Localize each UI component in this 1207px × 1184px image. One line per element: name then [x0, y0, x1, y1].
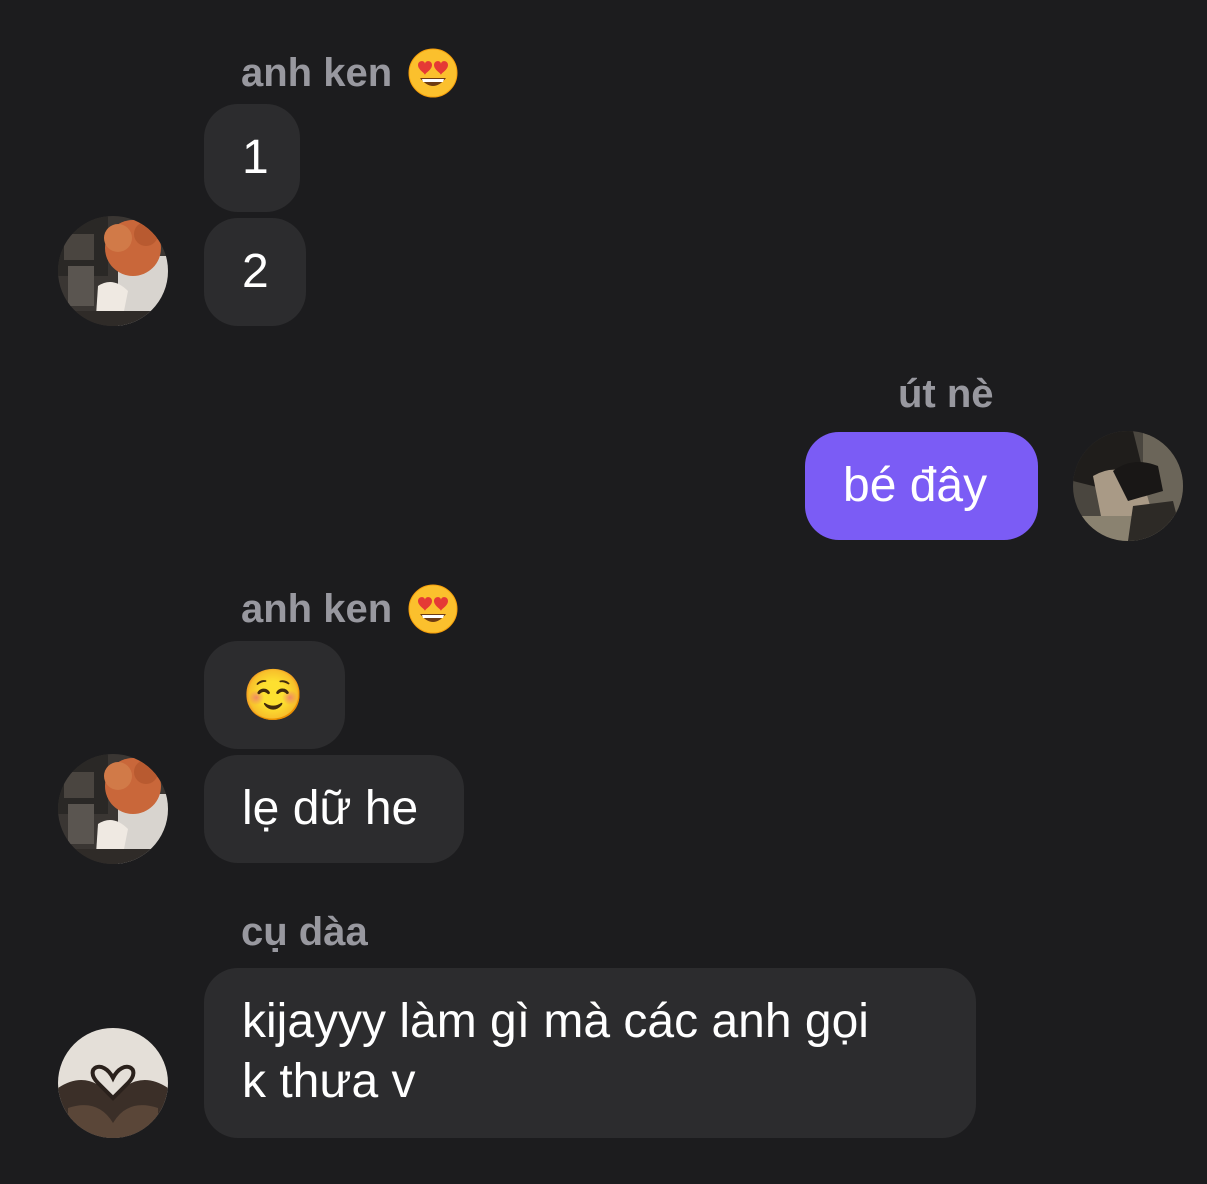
avatar-anh-ken[interactable]	[58, 216, 168, 326]
message-bubble[interactable]: ☺️	[204, 641, 345, 749]
message-bubble[interactable]: lẹ dữ he	[204, 755, 464, 863]
heart-eyes-emoji-icon	[408, 48, 458, 98]
message-text: lẹ dữ he	[242, 782, 419, 835]
avatar-anh-ken[interactable]	[58, 754, 168, 864]
message-text: 2	[242, 245, 269, 298]
heart-eyes-emoji-icon	[408, 584, 458, 634]
message-text: ☺️	[242, 667, 305, 723]
message-text-line: k thưa v	[242, 1055, 416, 1108]
message-text-line: kijayyy làm gì mà các anh gọi	[242, 995, 869, 1048]
sender-name-label: út nè	[898, 372, 994, 416]
sender-name-label: anh ken	[241, 51, 393, 95]
message-bubble[interactable]: 2	[204, 218, 306, 326]
message-bubble-outgoing[interactable]: bé đây	[805, 432, 1038, 540]
avatar-cu-daa[interactable]	[58, 1028, 168, 1138]
sender-name-label: cụ dàa	[241, 910, 368, 954]
message-text: bé đây	[843, 459, 988, 512]
message-bubble[interactable]: 1	[204, 104, 300, 212]
sender-name-anh-ken: anh ken	[241, 584, 458, 634]
message-bubble[interactable]: kijayyy làm gì mà các anh gọi k thưa v	[204, 968, 976, 1138]
sender-name-anh-ken: anh ken	[241, 48, 458, 98]
avatar-ut-ne[interactable]	[1073, 431, 1183, 541]
message-text: 1	[242, 131, 269, 184]
sender-name-label: anh ken	[241, 587, 393, 631]
sender-name-cu-daa: cụ dàa	[241, 912, 368, 952]
sender-name-ut-ne: út nè	[898, 374, 994, 414]
